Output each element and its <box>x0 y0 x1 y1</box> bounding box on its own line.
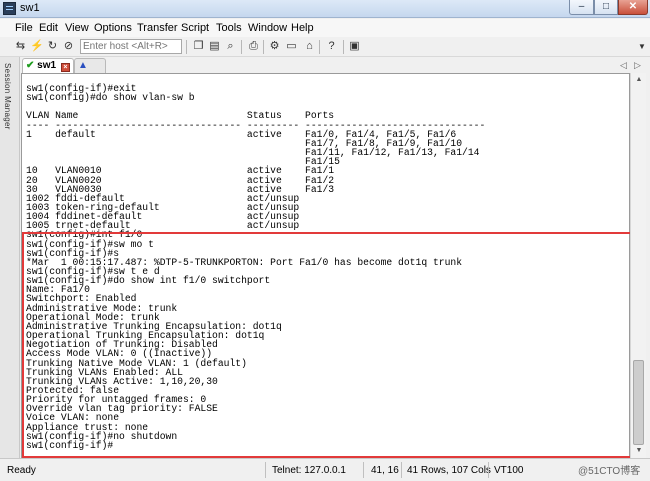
paste-icon[interactable]: ▤ <box>208 40 221 53</box>
reconnect-icon[interactable]: ↻ <box>46 40 59 53</box>
watermark-text: @51CTO博客 <box>578 466 641 477</box>
find-icon[interactable]: ⌕ <box>224 40 237 53</box>
menu-options[interactable]: Options <box>94 22 132 34</box>
tab-sw1[interactable]: ✔ sw1 × <box>22 58 74 73</box>
toolbar-separator <box>241 40 242 54</box>
status-separator <box>363 462 364 478</box>
minimize-button[interactable]: – <box>569 0 594 15</box>
scrollbar-thumb[interactable] <box>633 360 644 445</box>
scroll-down-icon[interactable]: ▼ <box>631 444 647 458</box>
lightning-connect-icon[interactable]: ⚡ <box>30 40 44 53</box>
disconnect-icon[interactable]: ⊘ <box>62 40 75 53</box>
help-icon[interactable]: ? <box>325 40 338 53</box>
close-button[interactable]: ✕ <box>618 0 648 15</box>
tab-close-icon[interactable]: × <box>60 63 70 72</box>
vertical-scrollbar[interactable]: ▲ ▼ <box>630 73 646 458</box>
status-separator <box>488 462 489 478</box>
menu-help[interactable]: Help <box>291 22 314 34</box>
warning-icon: ▲ <box>78 60 88 71</box>
menu-bar: File Edit View Options Transfer Script T… <box>0 19 650 37</box>
menu-transfer[interactable]: Transfer <box>137 22 178 34</box>
tab-scroll-right-icon[interactable]: ▷ <box>634 60 641 71</box>
window-title: sw1 <box>20 2 40 14</box>
session-manager-panel[interactable]: Session Manager <box>0 57 20 458</box>
toolbar-separator <box>343 40 344 54</box>
settings-gear-icon[interactable]: ⚙ <box>268 40 281 53</box>
menu-window[interactable]: Window <box>248 22 287 34</box>
sftp-icon[interactable]: ▭ <box>285 40 298 53</box>
status-bar: Ready Telnet: 127.0.0.1 41, 16 41 Rows, … <box>0 458 650 481</box>
copy-icon[interactable]: ❐ <box>192 40 205 53</box>
connected-check-icon: ✔ <box>26 60 35 71</box>
tab-sw2[interactable]: ▲ sw2 <box>74 58 106 85</box>
terminal-output[interactable]: sw1(config-if)#exit sw1(config)#do show v… <box>21 73 630 458</box>
toolbar-dropdown-icon[interactable]: ▼ <box>638 42 646 51</box>
connect-icon[interactable]: ⇆ <box>14 40 27 53</box>
securecrt-app-icon[interactable] <box>3 2 16 15</box>
scroll-up-icon[interactable]: ▲ <box>631 73 647 87</box>
menu-tools[interactable]: Tools <box>216 22 242 34</box>
host-input[interactable] <box>80 39 182 54</box>
toolbar: ⇆ ⚡ ↻ ⊘ ❐ ▤ ⌕ ⎙ ⚙ ▭ ⌂ ? ▣ <box>0 37 650 57</box>
tab-strip: ✔ sw1 × ▲ sw2 <box>20 57 650 85</box>
screen-icon[interactable]: ▣ <box>348 40 361 53</box>
status-ready: Ready <box>7 465 36 476</box>
status-separator <box>401 462 402 478</box>
status-terminal-size: 41 Rows, 107 Cols <box>407 465 491 476</box>
status-emulation: VT100 <box>494 465 524 476</box>
print-icon[interactable]: ⎙ <box>247 40 260 53</box>
terminal-line: sw1(config)#do show vlan-sw b <box>26 92 195 104</box>
status-separator <box>265 462 266 478</box>
title-bar: sw1 – □ ✕ <box>0 0 650 18</box>
tab-scroll-left-icon[interactable]: ◁ <box>620 60 627 71</box>
status-connection: Telnet: 127.0.0.1 <box>272 465 346 476</box>
maximize-button[interactable]: □ <box>594 0 618 15</box>
toolbar-separator <box>186 40 187 54</box>
terminal-line: sw1(config-if)# <box>26 439 114 451</box>
status-cursor-position: 41, 16 <box>371 465 399 476</box>
menu-view[interactable]: View <box>65 22 89 34</box>
toolbar-separator <box>319 40 320 54</box>
menu-script[interactable]: Script <box>181 22 209 34</box>
session-manager-label: Session Manager <box>3 63 12 130</box>
menu-file[interactable]: File <box>15 22 33 34</box>
tab-label: sw1 <box>37 60 57 71</box>
toolbar-separator <box>263 40 264 54</box>
menu-edit[interactable]: Edit <box>39 22 58 34</box>
keymap-icon[interactable]: ⌂ <box>303 40 316 53</box>
